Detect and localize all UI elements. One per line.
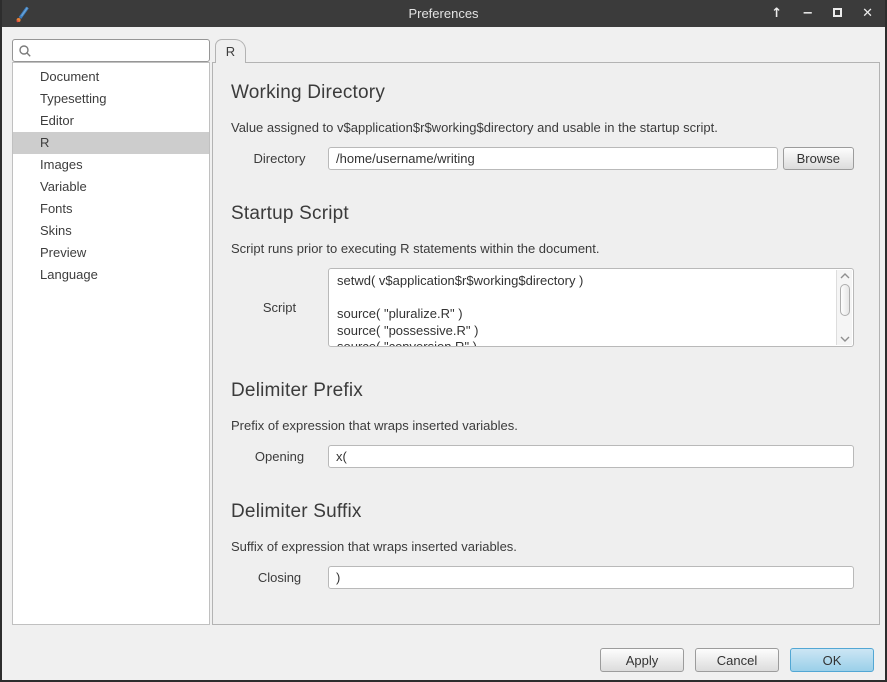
- sidebar-item-language[interactable]: Language: [13, 264, 209, 286]
- closing-input[interactable]: [328, 566, 854, 589]
- sidebar-item-preview[interactable]: Preview: [13, 242, 209, 264]
- browse-button[interactable]: Browse: [783, 147, 854, 170]
- tab-r[interactable]: R: [215, 39, 246, 63]
- script-label: Script: [231, 300, 328, 315]
- script-row: Script setwd( v$application$r$working$di…: [231, 268, 854, 347]
- opening-row: Opening: [231, 445, 854, 468]
- delimiter-suffix-title: Delimiter Suffix: [231, 501, 854, 523]
- delimiter-prefix-description: Prefix of expression that wraps inserted…: [231, 418, 854, 433]
- titlebar[interactable]: Preferences ↑ − ✕: [2, 0, 885, 27]
- scroll-down-icon[interactable]: [840, 336, 850, 342]
- sidebar-item-images[interactable]: Images: [13, 154, 209, 176]
- minimize-icon[interactable]: −: [802, 7, 813, 20]
- close-icon[interactable]: ✕: [862, 7, 873, 20]
- sidebar-nav-list: Document Typesetting Editor R Images Var…: [12, 62, 210, 625]
- startup-script-title: Startup Script: [231, 203, 854, 225]
- sidebar-item-r[interactable]: R: [13, 132, 209, 154]
- directory-row: Directory Browse: [231, 147, 854, 170]
- closing-row: Closing: [231, 566, 854, 589]
- cancel-button[interactable]: Cancel: [695, 648, 779, 672]
- search-input[interactable]: [32, 43, 204, 58]
- preferences-window: Preferences ↑ − ✕ Document Typesetting E…: [0, 0, 887, 682]
- sidebar-item-document[interactable]: Document: [13, 66, 209, 88]
- scroll-up-icon[interactable]: [840, 273, 850, 279]
- startup-script-description: Script runs prior to executing R stateme…: [231, 241, 854, 256]
- directory-input[interactable]: [328, 147, 778, 170]
- maximize-square: [833, 8, 842, 17]
- sidebar-item-editor[interactable]: Editor: [13, 110, 209, 132]
- keep-above-icon[interactable]: ↑: [771, 7, 782, 20]
- delimiter-suffix-description: Suffix of expression that wraps inserted…: [231, 539, 854, 554]
- settings-panel: Working Directory Value assigned to v$ap…: [212, 62, 880, 625]
- scrollbar-thumb[interactable]: [840, 284, 850, 316]
- window-controls: ↑ − ✕: [771, 7, 873, 20]
- opening-input[interactable]: [328, 445, 854, 468]
- directory-label: Directory: [231, 151, 328, 166]
- sidebar: Document Typesetting Editor R Images Var…: [12, 39, 210, 625]
- window-title: Preferences: [2, 6, 885, 21]
- maximize-icon[interactable]: [833, 7, 842, 20]
- sidebar-item-variable[interactable]: Variable: [13, 176, 209, 198]
- dialog-buttons: Apply Cancel OK: [600, 648, 874, 672]
- search-icon: [18, 44, 32, 58]
- working-directory-title: Working Directory: [231, 82, 854, 104]
- sidebar-item-fonts[interactable]: Fonts: [13, 198, 209, 220]
- sidebar-item-typesetting[interactable]: Typesetting: [13, 88, 209, 110]
- app-pen-icon: [14, 5, 32, 23]
- apply-button[interactable]: Apply: [600, 648, 684, 672]
- script-editor[interactable]: setwd( v$application$r$working$directory…: [328, 268, 854, 347]
- sidebar-item-skins[interactable]: Skins: [13, 220, 209, 242]
- opening-label: Opening: [231, 449, 328, 464]
- delimiter-prefix-title: Delimiter Prefix: [231, 380, 854, 402]
- ok-button[interactable]: OK: [790, 648, 874, 672]
- working-directory-description: Value assigned to v$application$r$workin…: [231, 120, 854, 135]
- sidebar-search-box: [12, 39, 210, 62]
- script-text[interactable]: setwd( v$application$r$working$directory…: [337, 273, 831, 346]
- closing-label: Closing: [231, 570, 328, 585]
